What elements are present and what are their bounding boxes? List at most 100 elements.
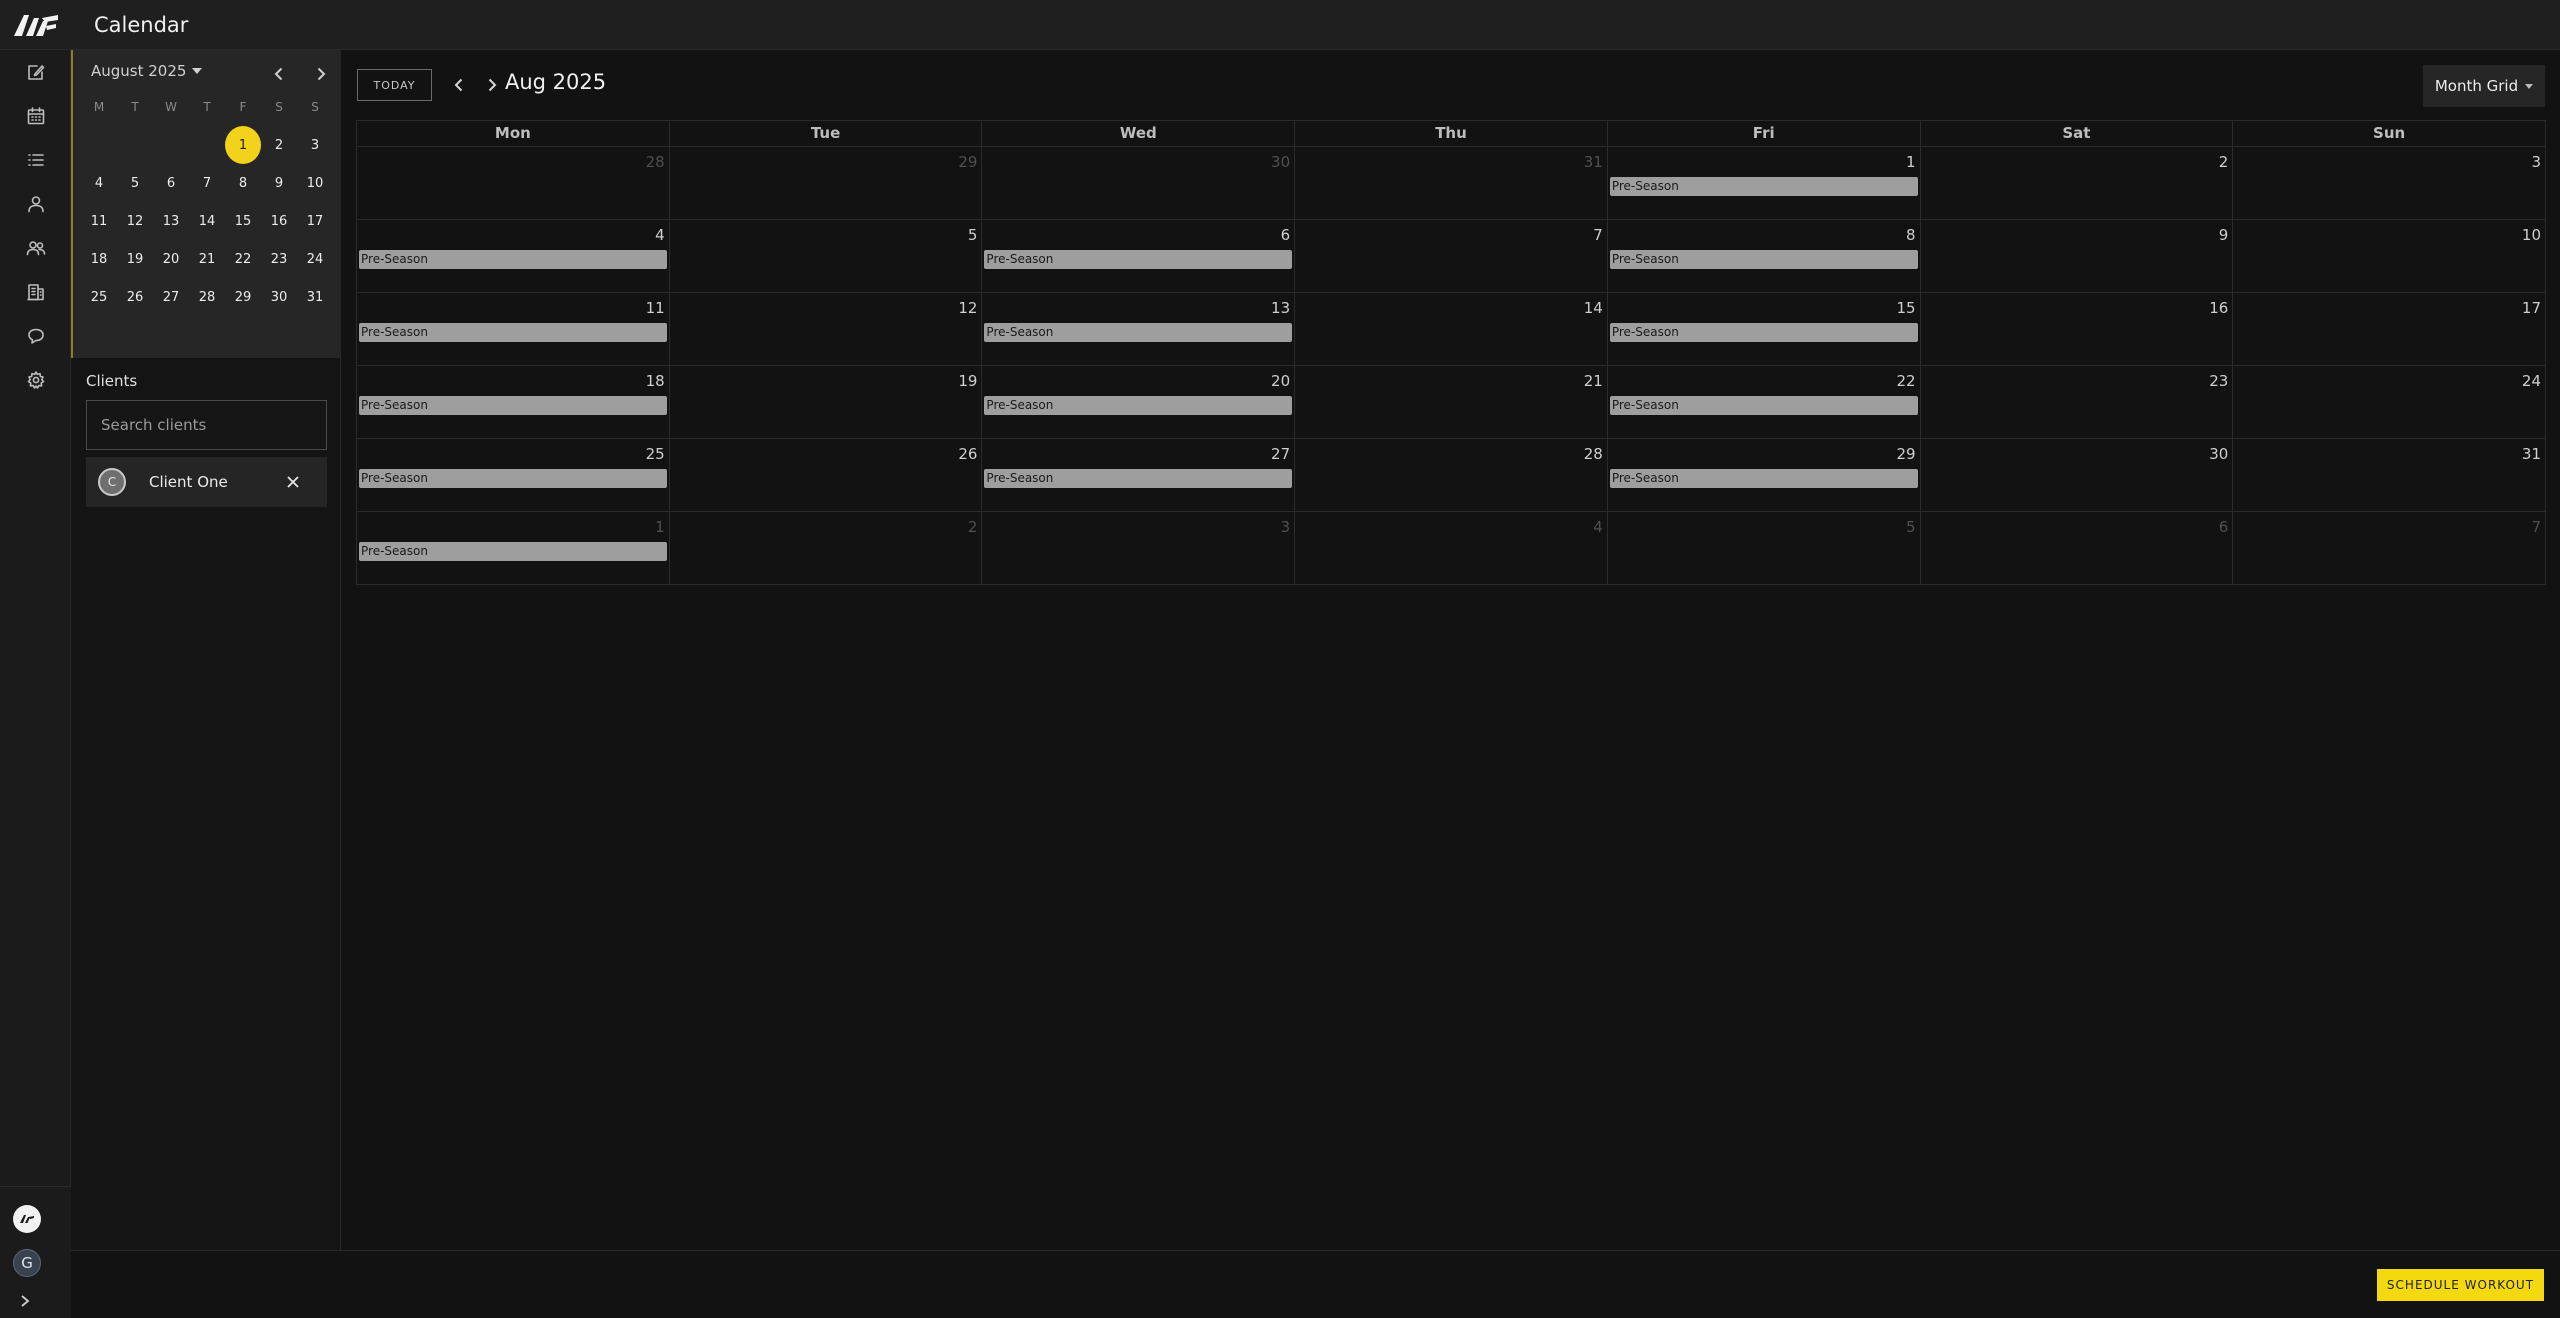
day-cell[interactable]: 2 bbox=[669, 512, 983, 585]
mini-next-button[interactable] bbox=[307, 60, 335, 88]
client-search-input[interactable] bbox=[86, 400, 327, 450]
day-cell[interactable]: 5 bbox=[669, 220, 983, 293]
event-chip[interactable]: Pre-Season bbox=[1609, 250, 1918, 269]
day-cell[interactable]: 31 bbox=[2233, 439, 2546, 512]
mini-day[interactable]: 17 bbox=[297, 202, 333, 240]
prev-period-button[interactable] bbox=[446, 72, 472, 98]
day-cell[interactable]: 14 bbox=[1295, 293, 1608, 366]
mini-day[interactable]: 30 bbox=[261, 278, 297, 316]
mini-day[interactable]: 22 bbox=[225, 240, 261, 278]
day-cell[interactable]: 7 bbox=[1295, 220, 1608, 293]
day-cell[interactable]: 18 Pre-Season bbox=[357, 366, 670, 439]
day-cell[interactable]: 20 Pre-Season bbox=[982, 366, 1296, 439]
mini-day[interactable]: 19 bbox=[117, 240, 153, 278]
day-cell[interactable]: 11 Pre-Season bbox=[357, 293, 670, 366]
mini-day[interactable]: 18 bbox=[81, 240, 117, 278]
mini-day[interactable]: 1 bbox=[225, 126, 261, 164]
day-cell[interactable]: 1 Pre-Season bbox=[1607, 147, 1921, 220]
mini-day[interactable]: 9 bbox=[261, 164, 297, 202]
event-chip[interactable]: Pre-Season bbox=[359, 396, 667, 415]
mini-day[interactable]: 26 bbox=[117, 278, 153, 316]
nav-building[interactable] bbox=[0, 270, 71, 314]
day-cell[interactable]: 5 bbox=[1607, 512, 1921, 585]
event-chip[interactable]: Pre-Season bbox=[984, 396, 1293, 415]
expand-rail-button[interactable] bbox=[11, 1287, 39, 1315]
event-chip[interactable]: Pre-Season bbox=[1609, 323, 1918, 342]
day-cell[interactable]: 4 Pre-Season bbox=[357, 220, 670, 293]
nav-edit[interactable] bbox=[0, 50, 71, 94]
event-chip[interactable]: Pre-Season bbox=[359, 469, 667, 488]
day-cell[interactable]: 9 bbox=[1920, 220, 2234, 293]
day-cell[interactable]: 2 bbox=[1920, 147, 2234, 220]
day-cell[interactable]: 6 bbox=[1920, 512, 2234, 585]
nav-chat[interactable] bbox=[0, 314, 71, 358]
mini-day[interactable]: 15 bbox=[225, 202, 261, 240]
day-cell[interactable]: 29 bbox=[669, 147, 983, 220]
app-logo[interactable] bbox=[0, 0, 72, 50]
mini-prev-button[interactable] bbox=[265, 60, 293, 88]
mini-day[interactable]: 4 bbox=[81, 164, 117, 202]
mini-day[interactable]: 16 bbox=[261, 202, 297, 240]
today-button[interactable]: TODAY bbox=[357, 69, 432, 101]
day-cell[interactable]: 1 Pre-Season bbox=[357, 512, 670, 585]
day-cell[interactable]: 13 Pre-Season bbox=[982, 293, 1296, 366]
nav-group[interactable] bbox=[0, 226, 71, 270]
next-period-button[interactable] bbox=[479, 72, 505, 98]
schedule-workout-button[interactable]: SCHEDULE WORKOUT bbox=[2377, 1269, 2544, 1301]
mini-day[interactable]: 14 bbox=[189, 202, 225, 240]
mini-day[interactable]: 23 bbox=[261, 240, 297, 278]
day-cell[interactable]: 17 bbox=[2233, 293, 2546, 366]
mini-day[interactable]: 24 bbox=[297, 240, 333, 278]
event-chip[interactable]: Pre-Season bbox=[984, 469, 1293, 488]
day-cell[interactable]: 12 bbox=[669, 293, 983, 366]
day-cell[interactable]: 3 bbox=[2233, 147, 2546, 220]
day-cell[interactable]: 19 bbox=[669, 366, 983, 439]
event-chip[interactable]: Pre-Season bbox=[984, 250, 1293, 269]
mini-day[interactable]: 7 bbox=[189, 164, 225, 202]
day-cell[interactable]: 31 bbox=[1295, 147, 1608, 220]
day-cell[interactable]: 24 bbox=[2233, 366, 2546, 439]
day-cell[interactable]: 8 Pre-Season bbox=[1607, 220, 1921, 293]
mini-day[interactable]: 20 bbox=[153, 240, 189, 278]
nav-settings[interactable] bbox=[0, 358, 71, 402]
remove-client-button[interactable] bbox=[281, 470, 305, 494]
event-chip[interactable]: Pre-Season bbox=[359, 542, 667, 561]
client-chip[interactable]: C Client One bbox=[86, 457, 327, 507]
mini-day[interactable]: 28 bbox=[189, 278, 225, 316]
nav-list[interactable] bbox=[0, 138, 71, 182]
mini-day[interactable]: 5 bbox=[117, 164, 153, 202]
user-avatar[interactable]: G bbox=[13, 1249, 41, 1277]
day-cell[interactable]: 16 bbox=[1920, 293, 2234, 366]
mini-day[interactable]: 21 bbox=[189, 240, 225, 278]
event-chip[interactable]: Pre-Season bbox=[359, 323, 667, 342]
event-chip[interactable]: Pre-Season bbox=[1609, 469, 1918, 488]
day-cell[interactable]: 28 bbox=[357, 147, 670, 220]
event-chip[interactable]: Pre-Season bbox=[1609, 177, 1918, 196]
event-chip[interactable]: Pre-Season bbox=[984, 323, 1293, 342]
mini-month-select[interactable]: August 2025 bbox=[91, 62, 203, 80]
day-cell[interactable]: 26 bbox=[669, 439, 983, 512]
day-cell[interactable]: 6 Pre-Season bbox=[982, 220, 1296, 293]
day-cell[interactable]: 4 bbox=[1295, 512, 1608, 585]
day-cell[interactable]: 10 bbox=[2233, 220, 2546, 293]
day-cell[interactable]: 7 bbox=[2233, 512, 2546, 585]
day-cell[interactable]: 30 bbox=[1920, 439, 2234, 512]
mini-day[interactable]: 29 bbox=[225, 278, 261, 316]
nav-calendar[interactable] bbox=[0, 94, 71, 138]
mini-day[interactable]: 10 bbox=[297, 164, 333, 202]
day-cell[interactable]: 27 Pre-Season bbox=[982, 439, 1296, 512]
mini-day[interactable]: 12 bbox=[117, 202, 153, 240]
day-cell[interactable]: 3 bbox=[982, 512, 1296, 585]
day-cell[interactable]: 22 Pre-Season bbox=[1607, 366, 1921, 439]
day-cell[interactable]: 23 bbox=[1920, 366, 2234, 439]
mini-day[interactable]: 8 bbox=[225, 164, 261, 202]
day-cell[interactable]: 28 bbox=[1295, 439, 1608, 512]
day-cell[interactable]: 25 Pre-Season bbox=[357, 439, 670, 512]
view-select[interactable]: Month Grid bbox=[2423, 65, 2545, 107]
event-chip[interactable]: Pre-Season bbox=[1609, 396, 1918, 415]
mini-day[interactable]: 2 bbox=[261, 126, 297, 164]
mini-day[interactable]: 25 bbox=[81, 278, 117, 316]
event-chip[interactable]: Pre-Season bbox=[359, 250, 667, 269]
mini-day[interactable]: 31 bbox=[297, 278, 333, 316]
mini-day[interactable]: 27 bbox=[153, 278, 189, 316]
